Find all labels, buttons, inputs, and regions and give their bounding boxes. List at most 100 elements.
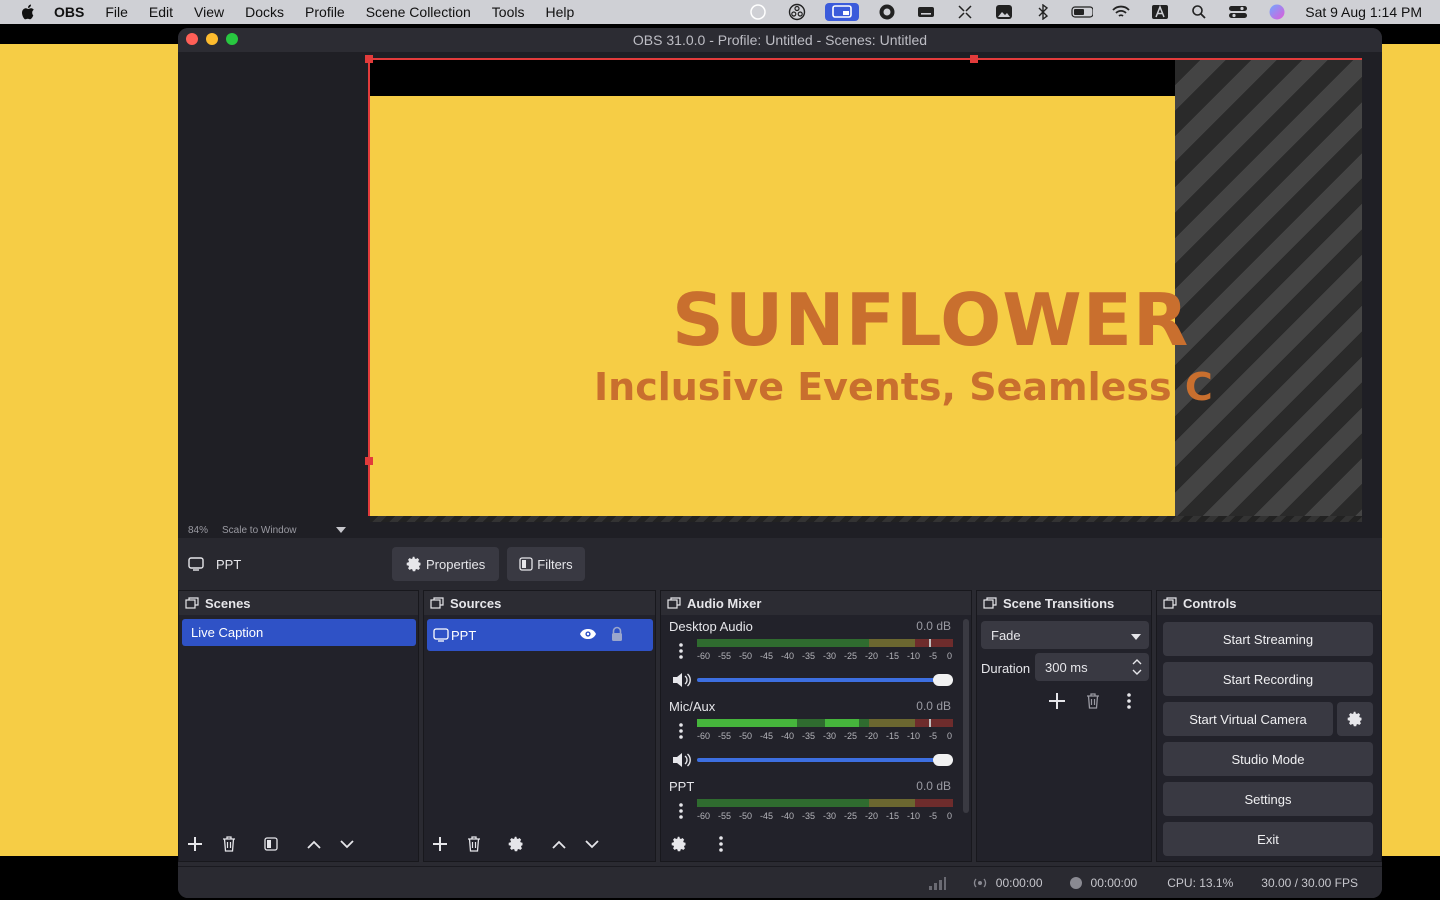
- menu-edit[interactable]: Edit: [149, 4, 173, 20]
- circle-status-icon[interactable]: [747, 3, 769, 21]
- transition-select[interactable]: Fade: [981, 621, 1149, 649]
- channel-db: 0.0 dB: [916, 779, 951, 793]
- mixer-scrollbar[interactable]: [963, 619, 969, 813]
- photos-icon[interactable]: [993, 3, 1015, 21]
- menu-file[interactable]: File: [105, 4, 128, 20]
- record-status: 00:00:00: [1069, 876, 1137, 890]
- chat-icon[interactable]: [876, 3, 898, 21]
- stepper-arrows-icon[interactable]: [1131, 658, 1143, 676]
- slider-knob[interactable]: [933, 754, 953, 766]
- move-scene-up-chevron-icon[interactable]: [300, 830, 328, 858]
- move-source-down-chevron-icon[interactable]: [578, 830, 606, 858]
- stream-time: 00:00:00: [995, 875, 1043, 890]
- menu-tools[interactable]: Tools: [492, 4, 525, 20]
- resize-handle-top-center[interactable]: [970, 55, 978, 63]
- add-scene-button[interactable]: [181, 830, 209, 858]
- virtual-camera-settings-gear-icon[interactable]: [1337, 702, 1373, 736]
- properties-label: Properties: [426, 556, 486, 572]
- volume-slider[interactable]: [697, 754, 953, 766]
- scenes-dock: Scenes Live Caption: [178, 590, 419, 862]
- monitor-icon: [188, 556, 206, 572]
- obs-status-icon[interactable]: [786, 3, 808, 21]
- mixer-kebab-menu-icon[interactable]: [707, 830, 735, 858]
- menu-bar: OBS File Edit View Docks Profile Scene C…: [0, 0, 1440, 24]
- add-source-button[interactable]: [426, 830, 454, 858]
- remove-source-trash-icon[interactable]: [460, 830, 488, 858]
- scene-transitions-dock-header: Scene Transitions: [977, 591, 1151, 615]
- dock-float-icon[interactable]: [185, 597, 199, 609]
- source-properties-gear-icon[interactable]: [502, 830, 530, 858]
- resize-handle-top-left[interactable]: [365, 55, 373, 63]
- scale-mode-dropdown[interactable]: Scale to Window: [222, 521, 350, 539]
- preview-canvas[interactable]: SUNFLOWER Inclusive Events, Seamless C: [370, 60, 1362, 516]
- studio-mode-button[interactable]: Studio Mode: [1163, 742, 1373, 776]
- properties-button[interactable]: Properties: [392, 547, 500, 581]
- stream-status: 00:00:00: [972, 876, 1043, 890]
- move-source-up-chevron-icon[interactable]: [545, 830, 573, 858]
- speaker-icon[interactable]: [671, 751, 693, 769]
- start-streaming-button[interactable]: Start Streaming: [1163, 622, 1373, 656]
- screen-share-icon[interactable]: [825, 3, 860, 21]
- filters-button[interactable]: Filters: [507, 547, 585, 581]
- start-virtual-camera-button[interactable]: Start Virtual Camera: [1163, 702, 1333, 736]
- audio-mixer-title: Audio Mixer: [687, 595, 762, 611]
- scene-filters-icon[interactable]: [257, 830, 285, 858]
- menu-clock[interactable]: Sat 9 Aug 1:14 PM: [1305, 4, 1422, 20]
- exit-button[interactable]: Exit: [1163, 822, 1373, 856]
- source-item-ppt[interactable]: PPT: [427, 619, 653, 651]
- fps-readout: 30.00 / 30.00 FPS: [1261, 875, 1358, 890]
- shrink-icon[interactable]: [954, 3, 976, 21]
- kebab-menu-icon[interactable]: [673, 721, 689, 741]
- menu-view[interactable]: View: [194, 4, 224, 20]
- remove-scene-trash-icon[interactable]: [215, 830, 243, 858]
- dock-float-icon[interactable]: [667, 597, 681, 609]
- kebab-menu-icon[interactable]: [673, 801, 689, 821]
- window-close-button[interactable]: [186, 33, 198, 45]
- keyboard-icon[interactable]: [915, 3, 937, 21]
- speaker-icon[interactable]: [671, 671, 693, 689]
- add-transition-button[interactable]: [1043, 687, 1071, 715]
- wifi-icon[interactable]: [1110, 3, 1132, 21]
- menu-app-name[interactable]: OBS: [54, 4, 84, 20]
- start-recording-button[interactable]: Start Recording: [1163, 662, 1373, 696]
- scene-item-live-caption[interactable]: Live Caption: [182, 619, 416, 646]
- dock-float-icon[interactable]: [430, 597, 444, 609]
- remove-transition-trash-icon[interactable]: [1079, 687, 1107, 715]
- menu-profile[interactable]: Profile: [305, 4, 345, 20]
- siri-icon[interactable]: [1266, 3, 1288, 21]
- control-center-icon[interactable]: [1227, 3, 1249, 21]
- window-minimize-button[interactable]: [206, 33, 218, 45]
- kebab-menu-icon[interactable]: [673, 641, 689, 661]
- preview-area[interactable]: SUNFLOWER Inclusive Events, Seamless C 8…: [178, 52, 1382, 542]
- advanced-audio-gear-icon[interactable]: [665, 830, 693, 858]
- window-zoom-button[interactable]: [226, 33, 238, 45]
- menu-docks[interactable]: Docks: [245, 4, 284, 20]
- slider-knob[interactable]: [933, 674, 953, 686]
- spotlight-search-icon[interactable]: [1188, 3, 1210, 21]
- input-source-icon[interactable]: [1149, 3, 1171, 21]
- resize-handle-middle-left[interactable]: [365, 457, 373, 465]
- volume-meter: [697, 639, 953, 647]
- apple-icon[interactable]: [20, 4, 36, 20]
- scene-transitions-dock: Scene Transitions Fade Duration 300 ms: [976, 590, 1152, 862]
- duration-spinbox[interactable]: 300 ms: [1035, 653, 1149, 681]
- transition-kebab-menu-icon[interactable]: [1115, 687, 1143, 715]
- settings-button[interactable]: Settings: [1163, 782, 1373, 816]
- sources-dock: Sources PPT: [423, 590, 656, 862]
- move-scene-down-chevron-icon[interactable]: [333, 830, 361, 858]
- lock-icon[interactable]: [610, 626, 624, 642]
- volume-slider[interactable]: [697, 674, 953, 686]
- scene-transitions-title: Scene Transitions: [1003, 595, 1115, 611]
- menu-scene-collection[interactable]: Scene Collection: [366, 4, 471, 20]
- battery-icon[interactable]: [1071, 3, 1094, 21]
- obs-window: OBS 31.0.0 - Profile: Untitled - Scenes:…: [178, 28, 1382, 898]
- mixer-channel-list: Desktop Audio 0.0 dB -60 -55 -50 -45 -40 -35-…: [661, 619, 965, 825]
- dock-float-icon[interactable]: [983, 597, 997, 609]
- scale-mode-label: Scale to Window: [222, 524, 297, 536]
- duration-value: 300 ms: [1045, 659, 1088, 675]
- bluetooth-icon[interactable]: [1032, 3, 1054, 21]
- menu-help[interactable]: Help: [545, 4, 574, 20]
- dock-float-icon[interactable]: [1163, 597, 1177, 609]
- eye-visibility-icon[interactable]: [579, 628, 597, 640]
- scenes-dock-header: Scenes: [179, 591, 418, 615]
